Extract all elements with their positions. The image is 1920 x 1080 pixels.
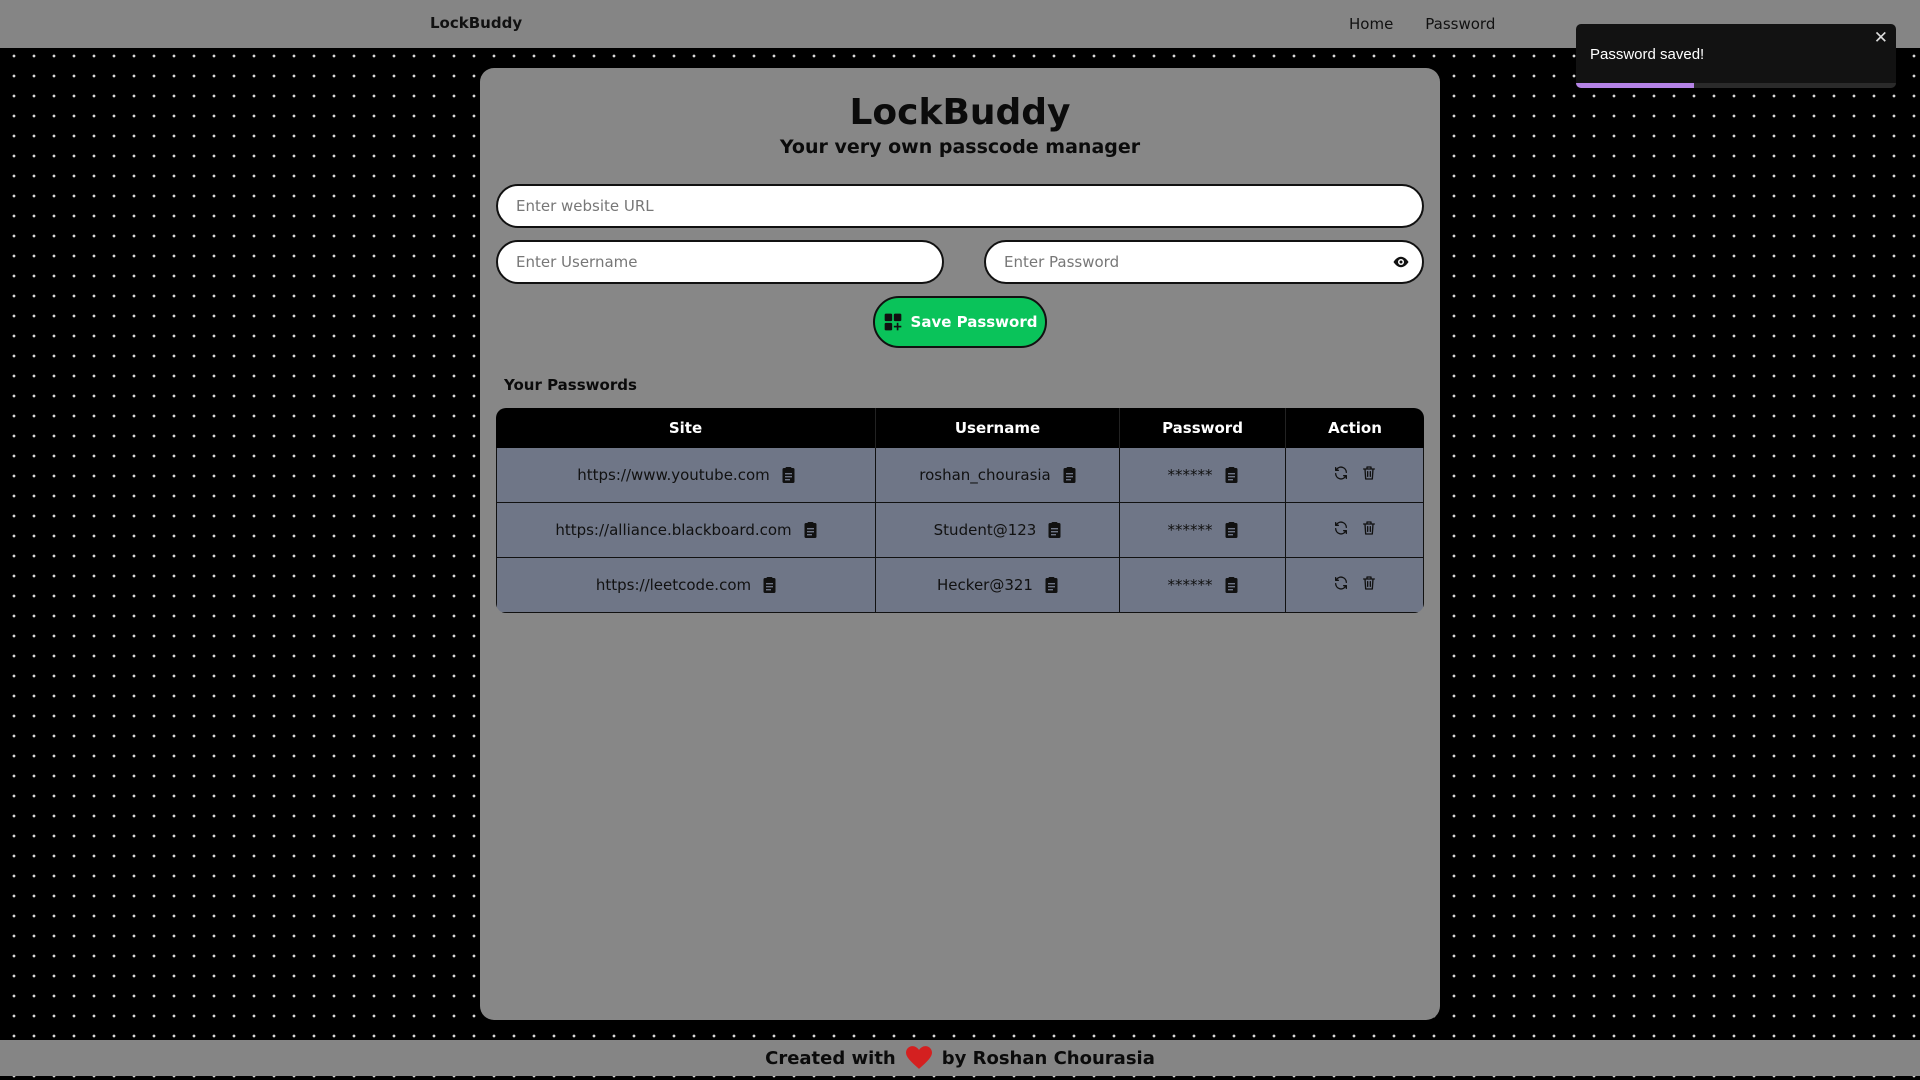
password-input[interactable] [984, 240, 1424, 284]
delete-icon[interactable] [1361, 520, 1377, 536]
footer-suffix: by Roshan Chourasia [941, 1047, 1155, 1069]
username-cell: Student@123 [876, 503, 1120, 558]
column-header-site: Site [496, 408, 876, 448]
save-password-button[interactable]: Save Password [873, 296, 1047, 348]
main-panel: LockBuddy Your very own passcode manager… [480, 68, 1440, 1020]
save-button-label: Save Password [910, 313, 1038, 331]
heart-icon [905, 1046, 932, 1069]
toast-message: Password saved! [1590, 46, 1705, 63]
passwords-section-title: Your Passwords [504, 376, 637, 394]
edit-icon[interactable] [1333, 465, 1349, 481]
delete-icon[interactable] [1361, 575, 1377, 591]
toast-progress-bar [1576, 83, 1695, 88]
passwords-table-body: https://www.youtube.com roshan_chourasia *… [496, 448, 1424, 613]
copy-icon[interactable] [804, 522, 817, 538]
toast-notification: Password saved! ✕ [1576, 24, 1896, 88]
footer-prefix: Created with [765, 1047, 896, 1069]
password-field-wrapper [984, 240, 1424, 284]
username-text: roshan_chourasia [919, 466, 1051, 484]
table-row: https://www.youtube.com roshan_chourasia *… [496, 448, 1424, 503]
delete-icon[interactable] [1361, 465, 1377, 481]
edit-icon[interactable] [1333, 575, 1349, 591]
copy-icon[interactable] [1063, 467, 1076, 483]
edit-icon[interactable] [1333, 520, 1349, 536]
nav-link-home[interactable]: Home [1349, 15, 1393, 33]
password-masked: ****** [1167, 466, 1213, 484]
table-row: https://leetcode.com Hecker@321 ****** [496, 558, 1424, 613]
copy-icon[interactable] [782, 467, 795, 483]
passwords-table: Site Username Password Action https://ww… [496, 408, 1424, 613]
footer: Created with by Roshan Chourasia [0, 1040, 1920, 1076]
action-cell [1286, 558, 1424, 613]
action-cell [1286, 503, 1424, 558]
password-masked: ****** [1167, 576, 1213, 594]
username-cell: roshan_chourasia [876, 448, 1120, 503]
site-cell: https://www.youtube.com [496, 448, 876, 503]
column-header-password: Password [1120, 408, 1286, 448]
table-row: https://alliance.blackboard.com Student@1… [496, 503, 1424, 558]
toast-close-icon[interactable]: ✕ [1874, 28, 1888, 48]
copy-icon[interactable] [763, 577, 776, 593]
copy-icon[interactable] [1225, 577, 1238, 593]
page-title: LockBuddy [849, 92, 1071, 133]
copy-icon[interactable] [1225, 522, 1238, 538]
site-link[interactable]: https://leetcode.com [596, 576, 751, 594]
navbar-brand[interactable]: LockBuddy [430, 14, 522, 32]
website-url-input[interactable] [496, 184, 1424, 228]
username-text: Hecker@321 [937, 576, 1033, 594]
username-input[interactable] [496, 240, 944, 284]
copy-icon[interactable] [1045, 577, 1058, 593]
eye-icon[interactable] [1392, 253, 1410, 271]
table-header-row: Site Username Password Action [496, 408, 1424, 448]
nav-link-password[interactable]: Password [1425, 15, 1495, 33]
username-cell: Hecker@321 [876, 558, 1120, 613]
page-subtitle: Your very own passcode manager [779, 136, 1141, 158]
nav-links: Home Password [1349, 15, 1495, 33]
add-grid-icon [884, 313, 901, 331]
password-masked: ****** [1167, 521, 1213, 539]
password-cell: ****** [1120, 448, 1286, 503]
column-header-username: Username [876, 408, 1120, 448]
copy-icon[interactable] [1225, 467, 1238, 483]
site-link[interactable]: https://www.youtube.com [577, 466, 769, 484]
password-cell: ****** [1120, 503, 1286, 558]
site-link[interactable]: https://alliance.blackboard.com [555, 521, 791, 539]
username-text: Student@123 [933, 521, 1037, 539]
copy-icon[interactable] [1048, 522, 1061, 538]
site-cell: https://alliance.blackboard.com [496, 503, 876, 558]
site-cell: https://leetcode.com [496, 558, 876, 613]
action-cell [1286, 448, 1424, 503]
password-cell: ****** [1120, 558, 1286, 613]
column-header-action: Action [1286, 408, 1424, 448]
